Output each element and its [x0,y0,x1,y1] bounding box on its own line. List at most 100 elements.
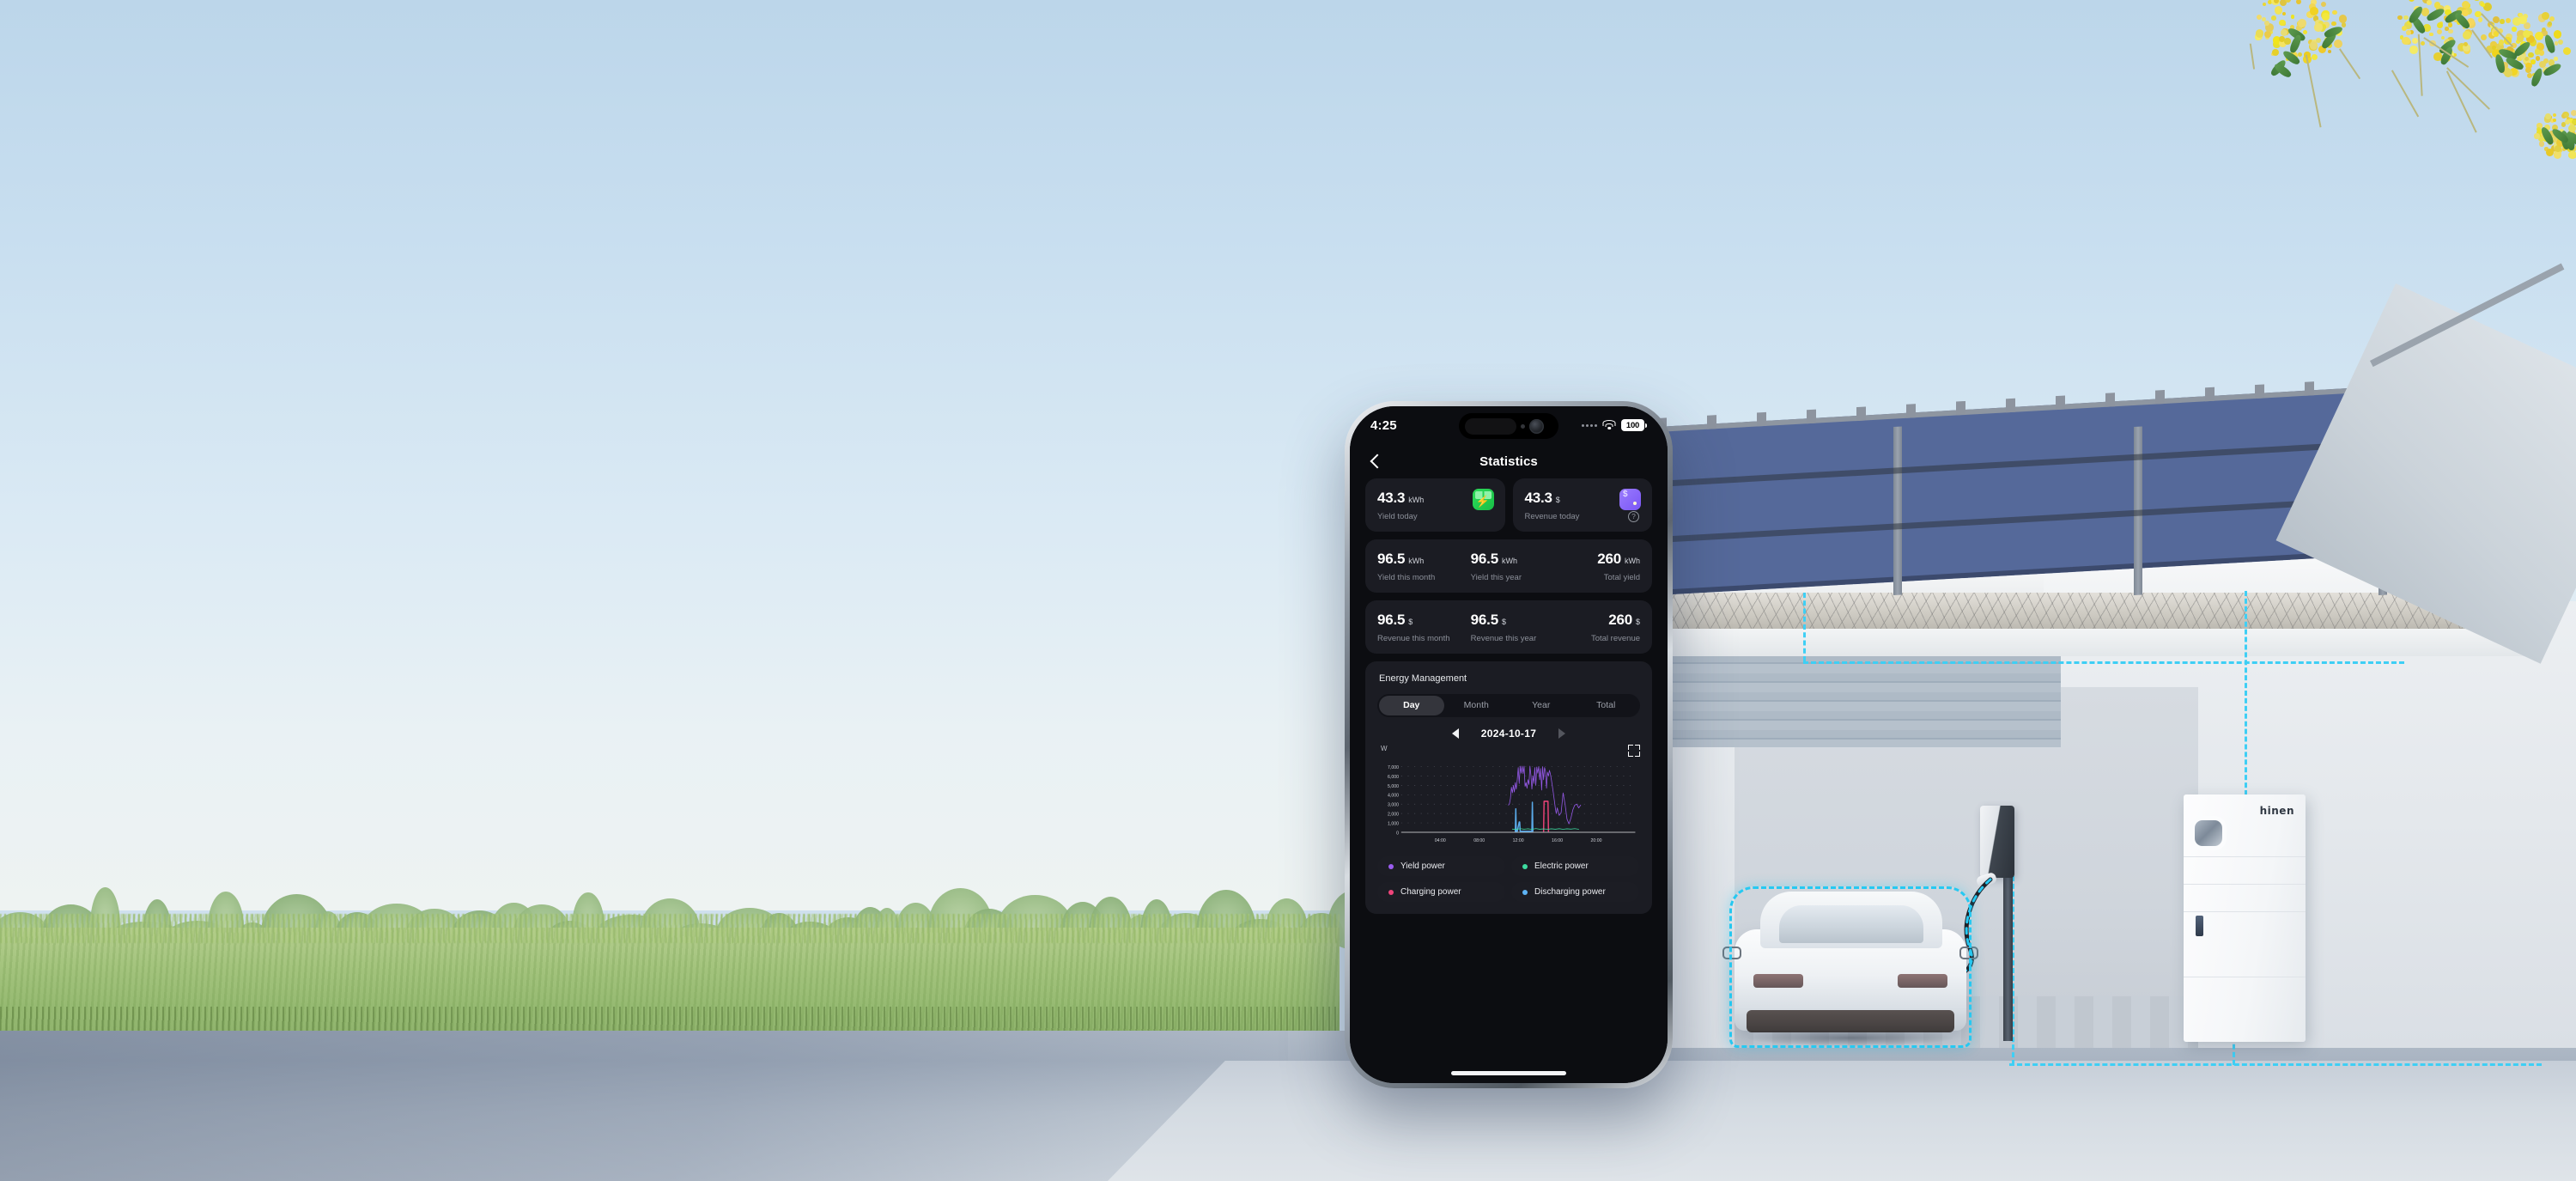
legend-color-dot [1522,889,1528,895]
tab-day[interactable]: Day [1379,696,1444,715]
scroll-content: 43.3 kWh Yield today ⚡ 43.3 $ Revenue to… [1350,478,1668,1083]
mimosa-blossom [2538,141,2544,147]
mimosa-blossom [2463,31,2472,40]
mimosa-blossom [2334,40,2343,49]
triangle-left-icon[interactable] [1451,728,1459,739]
mimosa-blossom [2332,9,2337,15]
mimosa-blossom [2526,72,2532,78]
battery-status-indicator [2196,916,2203,936]
mimosa-blossom [2481,34,2488,41]
total-revenue-unit: $ [1636,618,1641,626]
yield-this-year-value: 96.5 [1470,551,1498,567]
period-segmented-control: Day Month Year Total [1377,694,1640,717]
mimosa-blossom [2401,25,2407,31]
tab-total[interactable]: Total [1574,696,1639,715]
total-yield-value-group: 260 kWh [1555,551,1640,568]
mimosa-blossom [2491,45,2496,50]
fullscreen-expand-icon[interactable] [1628,745,1640,757]
triangle-right-icon[interactable] [1558,728,1566,739]
mimosa-blossom [2271,15,2276,21]
battery-seam [2184,911,2306,912]
mimosa-blossom [2408,0,2415,2]
wallet-icon [1619,489,1641,510]
signal-dots-icon [1582,423,1597,427]
chart-svg: 1,000 2,000 3,000 4,000 5,000 6,000 7,000 0 04:0… [1388,765,1636,843]
mimosa-blossom [2477,17,2483,22]
mimosa-blossom [2433,2,2441,9]
ev-charger-head [1980,806,2014,878]
mimosa-blossom [2256,15,2262,21]
legend-item-charging-power[interactable]: Charging power [1377,882,1505,902]
legend-item-discharging-power[interactable]: Discharging power [1511,882,1639,902]
date-picker: 2024-10-17 [1377,727,1640,740]
mimosa-blossom [2562,46,2571,55]
mimosa-blossom [2338,15,2348,23]
yield-today-card[interactable]: 43.3 kWh Yield today ⚡ [1365,478,1505,532]
home-indicator[interactable] [1451,1071,1566,1075]
mimosa-blossom [2552,118,2556,123]
svg-text:0: 0 [1396,831,1399,836]
mimosa-blossom [2564,113,2568,117]
mimosa-foliage [2215,0,2576,198]
acacia-leaf [2287,33,2303,55]
ground-shadow [0,1031,1288,1181]
svg-text:04:00: 04:00 [1435,838,1446,843]
energy-line-chart[interactable]: 1,000 2,000 3,000 4,000 5,000 6,000 7,000 0 04:0… [1377,758,1640,848]
mimosa-blossom [2554,41,2559,46]
mimosa-blossom [2557,39,2564,45]
garage-shutter-door [1657,653,2061,747]
mimosa-blossom [2274,6,2283,15]
phone-screen: 4:25 100 Statistics 43.3 kWh Yield today… [1350,406,1668,1083]
mimosa-blossom [2549,15,2555,21]
legend-color-dot [1522,863,1528,869]
mimosa-blossom [2403,15,2409,21]
mimosa-blossom [2524,67,2531,74]
battery-display-panel [2195,820,2222,846]
mimosa-blossom [2411,37,2419,45]
help-circle-icon[interactable]: ? [1628,511,1639,522]
mimosa-blossom [2517,34,2524,42]
revenue-this-month-value: 96.5 [1377,612,1406,628]
chart-legend: Yield power Electric power Charging power D… [1377,856,1640,902]
svg-text:6,000: 6,000 [1388,775,1399,780]
revenue-this-year-label: Revenue this year [1470,634,1537,643]
foliage-stem [2446,70,2477,132]
svg-text:7,000: 7,000 [1388,765,1399,770]
mimosa-blossom [2428,32,2433,37]
revenue-this-year-value-group: 96.5 $ [1471,612,1556,629]
battery-seam [2184,884,2306,885]
mimosa-blossom [2401,36,2410,46]
tab-month[interactable]: Month [1444,696,1510,715]
phone-mockup: 4:25 100 Statistics 43.3 kWh Yield today… [1329,375,1688,1105]
mimosa-blossom [2570,109,2576,116]
legend-item-electric-power[interactable]: Electric power [1511,856,1639,876]
mimosa-blossom [2296,0,2302,5]
mimosa-blossom [2534,32,2543,41]
legend-color-dot [1388,889,1394,895]
chart-unit-label: W [1381,745,1388,752]
wifi-icon [1602,420,1616,430]
status-time: 4:25 [1370,417,1397,433]
mimosa-blossom [2498,40,2504,46]
mimosa-blossom [2420,40,2426,46]
chart-header: W [1377,745,1640,757]
mimosa-blossom [2309,6,2318,15]
legend-label: Discharging power [1534,887,1606,897]
legend-item-yield-power[interactable]: Yield power [1377,856,1505,876]
mimosa-blossom [2263,31,2271,39]
mimosa-blossom [2322,13,2330,21]
yield-this-year-cell: 96.5 kWh Yield this year [1462,551,1556,582]
yield-today-value: 43.3 [1377,490,1406,506]
revenue-summary-card: 96.5 $ Revenue this month 96.5 $ Revenue… [1365,600,1652,654]
mimosa-blossom [2255,29,2264,38]
svg-text:1,000: 1,000 [1388,821,1399,826]
foliage-stem [2306,55,2322,128]
mimosa-blossom [2534,133,2540,139]
revenue-today-card[interactable]: 43.3 $ Revenue today ? [1512,478,1652,532]
tab-year[interactable]: Year [1509,696,1574,715]
battery-tip-icon [1645,423,1647,428]
svg-text:08:00: 08:00 [1473,838,1485,843]
total-yield-cell: 260 kWh Total yield [1555,551,1640,582]
mimosa-blossom [2284,38,2291,45]
svg-text:4,000: 4,000 [1388,794,1399,799]
